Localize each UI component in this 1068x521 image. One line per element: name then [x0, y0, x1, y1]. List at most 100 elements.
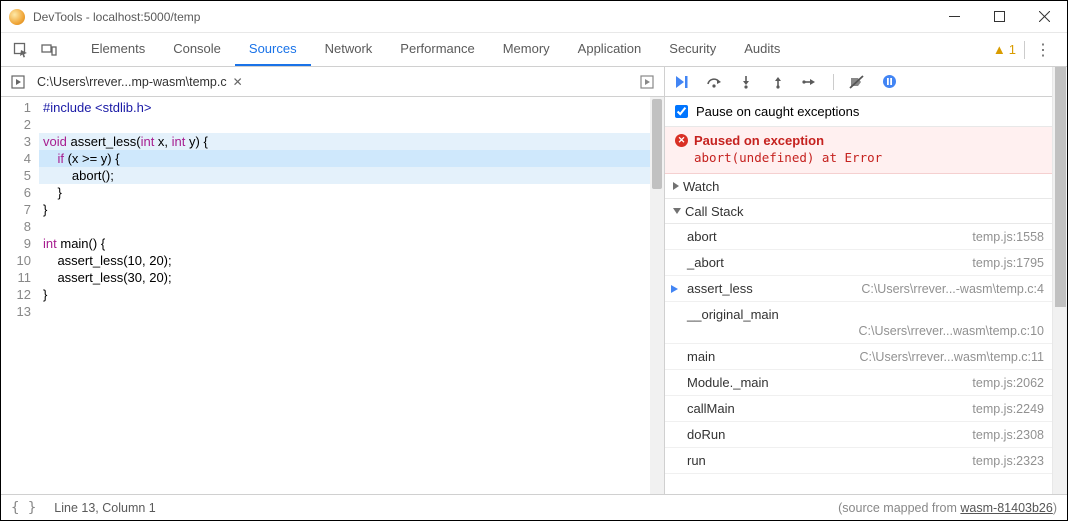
chevron-down-icon: [673, 208, 681, 214]
frame-name: _abort: [687, 255, 724, 270]
call-stack: aborttemp.js:1558 _abort temp.js:1795 asser…: [665, 224, 1052, 494]
close-icon[interactable]: ✕: [233, 75, 243, 89]
main-tabbar: ElementsConsoleSourcesNetworkPerformance…: [1, 33, 1067, 67]
tab-sources[interactable]: Sources: [235, 33, 311, 66]
frame-location[interactable]: C:\Users\rrever...-wasm\temp.c:4: [861, 282, 1044, 296]
frame-location[interactable]: temp.js:2249: [972, 402, 1044, 416]
window-titlebar: DevTools - localhost:5000/temp: [1, 1, 1067, 33]
code-line[interactable]: void assert_less(int x, int y) {: [39, 133, 664, 150]
resume-icon[interactable]: [673, 73, 691, 91]
stack-frame[interactable]: callMain temp.js:2249: [665, 396, 1052, 422]
tab-elements[interactable]: Elements: [77, 33, 159, 66]
inspect-icon[interactable]: [9, 36, 33, 64]
pause-caught-label: Pause on caught exceptions: [696, 104, 859, 119]
watch-section-header[interactable]: Watch: [665, 174, 1052, 199]
code-line[interactable]: }: [39, 286, 664, 303]
error-icon: ✕: [675, 134, 688, 147]
step-into-icon[interactable]: [737, 73, 755, 91]
devtools-icon: [9, 9, 25, 25]
step-icon[interactable]: [801, 73, 819, 91]
step-over-icon[interactable]: [705, 73, 723, 91]
code-line[interactable]: #include <stdlib.h>: [39, 99, 664, 116]
divider: [1024, 41, 1025, 59]
code-editor[interactable]: 12345678910111213 #include <stdlib.h> voi…: [1, 97, 664, 494]
tab-audits[interactable]: Audits: [730, 33, 794, 66]
code-line[interactable]: assert_less(10, 20);: [39, 252, 664, 269]
code-line[interactable]: [39, 218, 664, 235]
frame-location[interactable]: temp.js:2308: [972, 428, 1044, 442]
file-tabbar: C:\Users\rrever...mp-wasm\temp.c ✕: [1, 67, 664, 97]
callstack-label: Call Stack: [685, 204, 744, 219]
tab-security[interactable]: Security: [655, 33, 730, 66]
frame-location[interactable]: temp.js:2323: [972, 454, 1044, 468]
step-out-icon[interactable]: [769, 73, 787, 91]
frame-name: doRun: [687, 427, 725, 442]
code-line[interactable]: if (x >= y) {: [39, 150, 664, 167]
debugger-toolbar: [665, 67, 1052, 97]
deactivate-breakpoints-icon[interactable]: [848, 73, 866, 91]
more-menu-icon[interactable]: ⋮: [1033, 40, 1053, 60]
warning-count: 1: [1009, 42, 1016, 57]
paused-title: Paused on exception: [694, 133, 824, 148]
stack-frame[interactable]: _abort temp.js:1795: [665, 250, 1052, 276]
frame-name: run: [687, 453, 706, 468]
source-map-link[interactable]: wasm-81403b26: [960, 501, 1052, 515]
code-line[interactable]: }: [39, 201, 664, 218]
maximize-button[interactable]: [977, 1, 1022, 33]
file-tab-label: C:\Users\rrever...mp-wasm\temp.c: [37, 75, 227, 89]
chevron-right-icon: [673, 182, 679, 190]
frame-location[interactable]: temp.js:1795: [972, 256, 1044, 270]
frame-location[interactable]: temp.js:2062: [972, 376, 1044, 390]
watch-label: Watch: [683, 179, 719, 194]
navigator-toggle-icon[interactable]: [7, 71, 29, 93]
callstack-section-header[interactable]: Call Stack: [665, 199, 1052, 224]
tab-network[interactable]: Network: [311, 33, 387, 66]
code-area[interactable]: #include <stdlib.h> void assert_less(int …: [39, 97, 664, 494]
tab-memory[interactable]: Memory: [489, 33, 564, 66]
editor-scrollbar[interactable]: [650, 97, 664, 494]
warning-icon: ▲: [993, 42, 1006, 57]
line-gutter: 12345678910111213: [1, 97, 39, 494]
frame-location[interactable]: temp.js:1558: [972, 230, 1044, 244]
frame-location[interactable]: C:\Users\rrever...wasm\temp.c:10: [859, 324, 1044, 338]
stack-frame[interactable]: mainC:\Users\rrever...wasm\temp.c:11: [665, 344, 1052, 370]
pretty-print-icon[interactable]: { }: [11, 500, 36, 516]
frame-name: assert_less: [687, 281, 753, 296]
stack-frame[interactable]: doRun temp.js:2308: [665, 422, 1052, 448]
code-line[interactable]: assert_less(30, 20);: [39, 269, 664, 286]
scrollbar-thumb[interactable]: [652, 99, 662, 189]
panel-scrollbar[interactable]: [1052, 67, 1067, 494]
stack-frame[interactable]: run temp.js:2323: [665, 448, 1052, 474]
code-line[interactable]: }: [39, 184, 664, 201]
tab-performance[interactable]: Performance: [386, 33, 488, 66]
frame-name: __original_main: [687, 307, 779, 322]
tab-console[interactable]: Console: [159, 33, 235, 66]
stack-frame[interactable]: __original_main C:\Users\rrever...wasm\te…: [665, 302, 1052, 344]
pause-caught-checkbox[interactable]: [675, 105, 688, 118]
code-line[interactable]: abort();: [39, 167, 664, 184]
code-line[interactable]: [39, 303, 664, 320]
frame-name: Module._main: [687, 375, 769, 390]
run-snippet-icon[interactable]: [636, 71, 658, 93]
device-toggle-icon[interactable]: [37, 36, 61, 64]
frame-location[interactable]: C:\Users\rrever...wasm\temp.c:11: [859, 350, 1044, 364]
scrollbar-thumb[interactable]: [1055, 67, 1066, 307]
stack-frame[interactable]: Module._main temp.js:2062: [665, 370, 1052, 396]
tab-application[interactable]: Application: [564, 33, 656, 66]
warning-badge[interactable]: ▲1: [993, 42, 1016, 57]
paused-banner: ✕ Paused on exception abort(undefined) a…: [665, 127, 1052, 174]
close-button[interactable]: [1022, 1, 1067, 33]
code-line[interactable]: [39, 116, 664, 133]
stack-frame[interactable]: assert_less C:\Users\rrever...-wasm\temp.…: [665, 276, 1052, 302]
window-controls: [932, 1, 1067, 33]
paused-detail: abort(undefined) at Error: [694, 150, 1042, 165]
cursor-position: Line 13, Column 1: [54, 501, 155, 515]
stack-frame[interactable]: aborttemp.js:1558: [665, 224, 1052, 250]
pause-on-caught-row[interactable]: Pause on caught exceptions: [665, 97, 1052, 127]
file-tab[interactable]: C:\Users\rrever...mp-wasm\temp.c ✕: [29, 71, 251, 93]
frame-name: callMain: [687, 401, 735, 416]
code-line[interactable]: int main() {: [39, 235, 664, 252]
pause-exceptions-icon[interactable]: [880, 73, 898, 91]
source-map-info: (source mapped from wasm-81403b26): [838, 501, 1057, 515]
minimize-button[interactable]: [932, 1, 977, 33]
